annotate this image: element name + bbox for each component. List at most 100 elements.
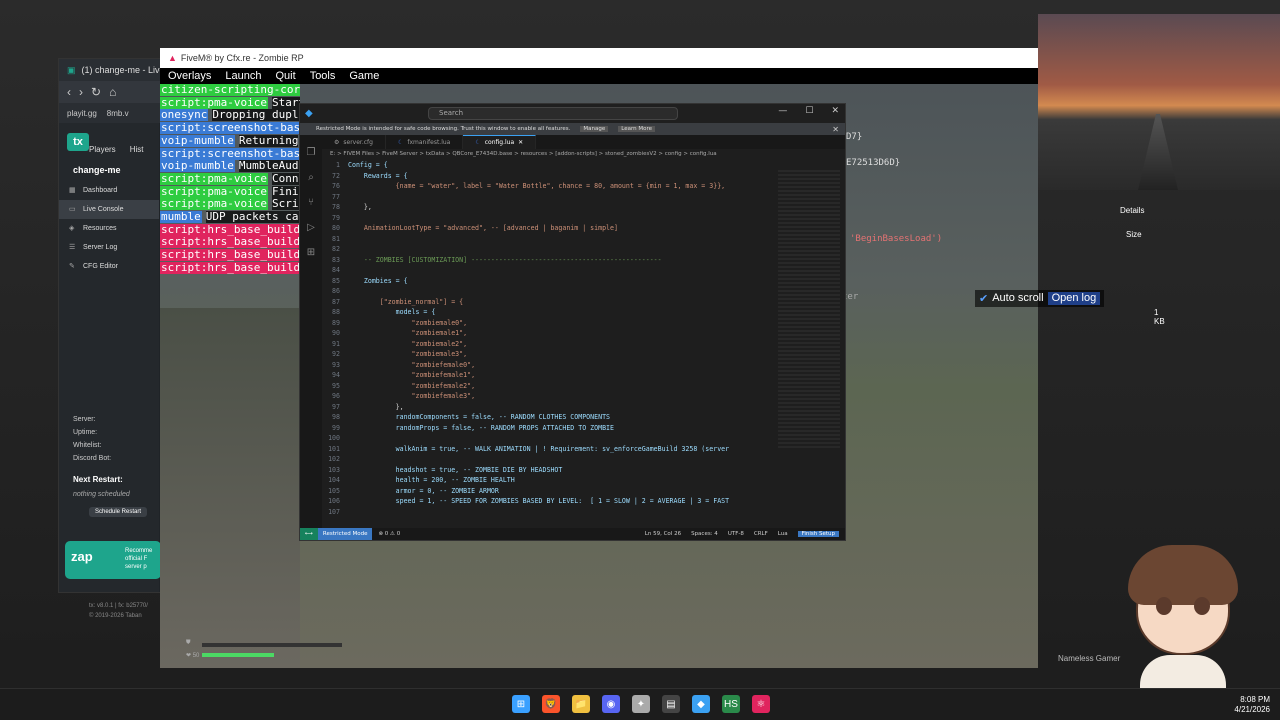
line-number: 85	[332, 276, 340, 285]
source-control-icon[interactable]: ⑂	[308, 197, 314, 208]
learn-more-button[interactable]: Learn More	[618, 126, 655, 132]
maximize-icon[interactable]: ☐	[805, 106, 813, 116]
window-controls: — ☐ ✕	[778, 106, 839, 116]
explorer-icon[interactable]: ❐	[307, 147, 316, 158]
tab-fxmanifest[interactable]: ☾ fxmanifest.lua	[386, 135, 464, 149]
tab-server-cfg[interactable]: ⚙ server.cfg	[322, 135, 386, 149]
code-line: 101 walkAnim = true, -- WALK ANIMATION |…	[322, 444, 777, 455]
finish-setup-button[interactable]: Finish Setup	[797, 531, 839, 537]
code-line: 92 "zombiemale3",	[322, 349, 777, 360]
txadmin-logo[interactable]: tx	[67, 133, 89, 151]
problems-status[interactable]: ⊗ 0 ⚠ 0	[372, 531, 400, 537]
forward-icon[interactable]: ›	[79, 85, 83, 99]
menu-resources[interactable]: ◈ Resources	[59, 219, 159, 238]
game-titlebar: ▲ FiveM® by Cfx.re - Zombie RP	[160, 48, 1038, 68]
tab-config-lua[interactable]: ☾ config.lua ✕	[463, 135, 537, 149]
explorer-icon[interactable]: 📁	[572, 695, 590, 713]
bookmark-item[interactable]: playit.gg	[67, 109, 97, 118]
code-line: 83 -- ZOMBIES [CUSTOMIZATION] ----------…	[322, 255, 777, 266]
code-text: "zombiemale1",	[348, 329, 468, 337]
app2-icon[interactable]: HS	[722, 695, 740, 713]
remote-icon[interactable]: ⟷	[300, 528, 318, 540]
banner-text: Restricted Mode is intended for safe cod…	[316, 126, 571, 132]
code-editor[interactable]: 1 Config = {72 Rewards = {76 {name = "wat…	[322, 160, 777, 530]
line-number: 89	[332, 318, 340, 327]
banner-close-icon[interactable]: ✕	[832, 125, 839, 134]
editor-tabs: ⚙ server.cfg ☾ fxmanifest.lua ☾ config.lua ✕	[322, 135, 845, 149]
minimize-icon[interactable]: —	[778, 106, 787, 116]
open-log-button[interactable]: Open log	[1047, 292, 1101, 305]
menu-dashboard[interactable]: ▦ Dashboard	[59, 181, 159, 200]
run-debug-icon[interactable]: ▷	[307, 222, 315, 233]
extensions-icon[interactable]: ⊞	[307, 247, 315, 258]
restricted-mode-status[interactable]: Restricted Mode	[317, 528, 373, 540]
menu-game[interactable]: Game	[349, 70, 379, 82]
console-message: Starting script initialization	[271, 96, 300, 109]
code-line: 104 health = 200, -- ZOMBIE HEALTH	[322, 475, 777, 486]
reload-icon[interactable]: ↻	[91, 85, 101, 99]
menu-live-console[interactable]: ▭ Live Console	[59, 200, 159, 219]
terminal-icon[interactable]: ▤	[662, 695, 680, 713]
console-line: script:hrs_base_building	[160, 261, 300, 275]
menu-launch[interactable]: Launch	[225, 70, 261, 82]
code-line: 86	[322, 286, 777, 297]
code-text: "zombiefemale1",	[348, 371, 476, 379]
schedule-restart-button[interactable]: Schedule Restart	[89, 507, 148, 517]
code-line: 97 },	[322, 402, 777, 413]
vscode-icon[interactable]: ◆	[692, 695, 710, 713]
back-icon[interactable]: ‹	[67, 85, 71, 99]
console-tag: script:pma-voice	[160, 172, 268, 185]
menu-tools[interactable]: Tools	[310, 70, 336, 82]
clock-date: 4/21/2026	[1234, 705, 1270, 714]
restricted-mode-banner: Restricted Mode is intended for safe cod…	[300, 123, 845, 135]
lua-icon: ☾	[397, 138, 404, 146]
breadcrumb[interactable]: E: > FIVEM Files > FiveM Server > txData…	[330, 151, 717, 157]
console-tag: script:screenshot-basic	[160, 147, 300, 160]
info-uptime: Uptime:	[73, 429, 98, 436]
discord-icon[interactable]: ◉	[602, 695, 620, 713]
console-message: Returning	[238, 134, 299, 147]
tab-close-icon[interactable]: ✕	[518, 139, 523, 146]
search-icon[interactable]: ⌕	[308, 172, 314, 183]
code-line: 91 "zombiemale2",	[322, 339, 777, 350]
line-number: 101	[328, 444, 340, 453]
bookmark-item[interactable]: 8mb.v	[107, 109, 129, 118]
check-icon[interactable]: ✔	[979, 292, 988, 305]
fivem-icon: ▲	[168, 53, 177, 63]
resources-icon: ◈	[69, 225, 75, 232]
search-input[interactable]: Search	[428, 107, 678, 120]
code-text: },	[348, 203, 372, 211]
zap-ad[interactable]: zap Recomme official F server p	[65, 541, 161, 579]
windows-icon[interactable]: ⊞	[512, 695, 530, 713]
brave-icon[interactable]: 🦁	[542, 695, 560, 713]
language-mode[interactable]: Lua	[778, 531, 788, 537]
encoding[interactable]: UTF-8	[728, 531, 744, 537]
line-number: 105	[328, 486, 340, 495]
minimap[interactable]	[778, 170, 840, 450]
menu-overlays[interactable]: Overlays	[168, 70, 211, 82]
code-line: 82	[322, 244, 777, 255]
auto-scroll-label[interactable]: Auto scroll	[992, 292, 1043, 305]
cursor-position[interactable]: Ln 59, Col 26	[645, 531, 681, 537]
home-icon[interactable]: ⌂	[109, 85, 116, 99]
app-icon[interactable]: ✦	[632, 695, 650, 713]
line-number: 96	[332, 392, 340, 400]
nav-history[interactable]: Hist	[130, 145, 144, 154]
line-number: 100	[328, 434, 340, 442]
code-line: 98 randomComponents = false, -- RANDOM C…	[322, 412, 777, 423]
code-line: 72 Rewards = {	[322, 171, 777, 182]
menu-cfg-editor[interactable]: ✎ CFG Editor	[59, 257, 159, 276]
menu-server-log[interactable]: ☰ Server Log	[59, 238, 159, 257]
line-ending[interactable]: CRLF	[754, 531, 768, 537]
indentation[interactable]: Spaces: 4	[691, 531, 718, 537]
menu-quit[interactable]: Quit	[276, 70, 296, 82]
close-icon[interactable]: ✕	[831, 106, 839, 116]
nav-players[interactable]: Players	[89, 145, 116, 154]
code-text: Zombies = {	[348, 276, 408, 285]
line-number: 81	[332, 234, 340, 243]
status-bar: ⟷ Restricted Mode ⊗ 0 ⚠ 0 Ln 59, Col 26 …	[300, 528, 845, 540]
console-tag: script:screenshot-basic	[160, 122, 300, 135]
clock[interactable]: 8:08 PM 4/21/2026	[1234, 695, 1270, 715]
fivem-icon[interactable]: ⚛	[752, 695, 770, 713]
manage-button[interactable]: Manage	[580, 126, 609, 132]
